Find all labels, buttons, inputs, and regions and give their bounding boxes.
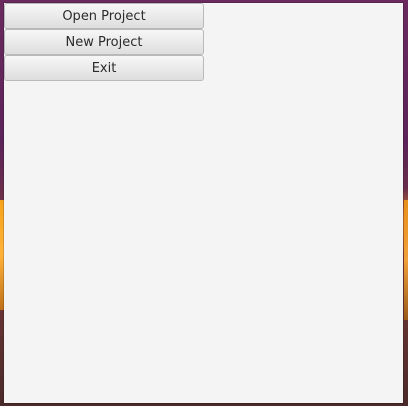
main-menu: Open Project New Project Exit bbox=[4, 3, 204, 81]
app-window: Open Project New Project Exit bbox=[4, 3, 403, 403]
exit-button[interactable]: Exit bbox=[4, 55, 204, 81]
new-project-button[interactable]: New Project bbox=[4, 29, 204, 55]
open-project-button[interactable]: Open Project bbox=[4, 3, 204, 29]
desktop-wallpaper-right bbox=[404, 200, 408, 320]
